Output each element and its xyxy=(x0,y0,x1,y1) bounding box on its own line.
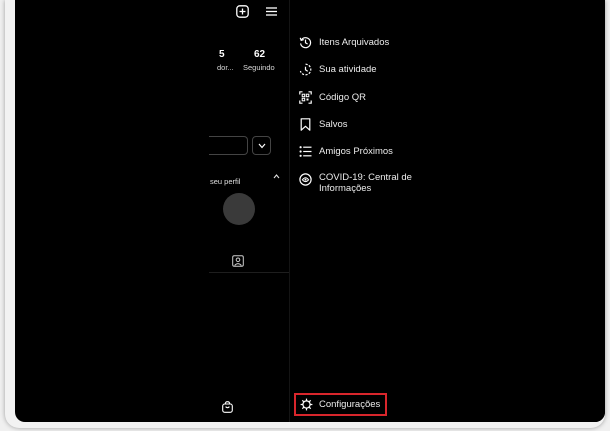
following-label: Seguindo xyxy=(243,63,275,72)
covid-info-icon xyxy=(299,173,312,186)
menu-item-close-friends[interactable]: Amigos Próximos xyxy=(299,145,393,158)
chevron-down-icon xyxy=(258,143,265,148)
section-text: seu perfil xyxy=(210,177,241,186)
device-frame: 5 dor... 62 Seguindo seu perfil Itens Ar… xyxy=(5,0,605,428)
side-drawer-menu: Itens Arquivados Sua atividade Código QR… xyxy=(289,0,605,422)
qr-code-icon xyxy=(299,91,312,104)
new-post-icon[interactable] xyxy=(236,5,249,23)
menu-item-label: Amigos Próximos xyxy=(319,146,393,157)
menu-item-label-wrap: COVID-19: Central de Informações xyxy=(319,172,412,194)
menu-item-archived[interactable]: Itens Arquivados xyxy=(299,36,389,49)
menu-item-label: Código QR xyxy=(319,92,366,103)
menu-item-qr-code[interactable]: Código QR xyxy=(299,91,366,104)
menu-item-activity[interactable]: Sua atividade xyxy=(299,63,377,76)
bookmark-icon xyxy=(299,118,312,131)
menu-item-covid-info[interactable]: COVID-19: Central de Informações xyxy=(299,172,412,194)
following-count[interactable]: 62 xyxy=(254,49,265,60)
menu-item-label: COVID-19: Central de xyxy=(319,172,412,183)
settings-button[interactable]: Configurações xyxy=(294,393,387,416)
profile-panel: 5 dor... 62 Seguindo seu perfil xyxy=(209,0,289,422)
phone-screen: 5 dor... 62 Seguindo seu perfil Itens Ar… xyxy=(15,0,605,422)
close-friends-list-icon xyxy=(299,145,312,158)
followers-count[interactable]: 5 xyxy=(219,49,225,60)
edit-profile-button[interactable] xyxy=(209,136,248,155)
menu-item-label: Itens Arquivados xyxy=(319,37,390,48)
archive-clock-icon xyxy=(299,36,312,49)
activity-icon xyxy=(299,63,312,76)
settings-label: Configurações xyxy=(319,399,381,410)
chevron-up-icon[interactable] xyxy=(273,166,280,184)
menu-item-label-line2: Informações xyxy=(319,183,372,194)
tagged-posts-icon[interactable] xyxy=(232,254,244,272)
suggestions-toggle[interactable] xyxy=(252,136,271,155)
tab-divider xyxy=(209,272,289,273)
menu-item-saved[interactable]: Salvos xyxy=(299,118,348,131)
suggestion-avatar[interactable] xyxy=(223,193,255,225)
menu-icon[interactable] xyxy=(265,5,278,23)
menu-item-label: Salvos xyxy=(319,119,348,130)
followers-label: dor... xyxy=(217,63,234,72)
shop-bag-icon[interactable] xyxy=(222,400,233,418)
gear-icon xyxy=(300,398,313,411)
menu-item-label: Sua atividade xyxy=(319,64,377,75)
